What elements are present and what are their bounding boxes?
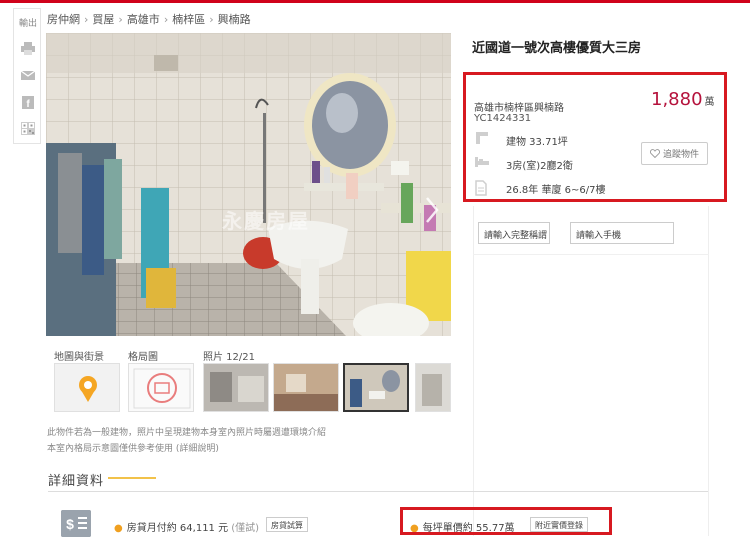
mail-icon[interactable] [21, 69, 35, 82]
map-pin-icon [55, 364, 119, 411]
photo-thumb-image [204, 364, 268, 411]
next-photo-icon[interactable] [424, 195, 440, 225]
printer-icon[interactable] [21, 42, 35, 55]
building-area-icon [476, 132, 488, 144]
building-area: 建物 33.71坪 [506, 137, 568, 148]
photo-note: 此物件若為一般建物，照片中呈現建物本身室內照片時屬週遭環境介紹 [47, 428, 327, 438]
listing-code: YC1424331 [474, 113, 532, 124]
thumbnail-photo[interactable] [415, 363, 451, 412]
listing-info-box: 高雄市楠梓區興楠路 YC1424331 1,880 萬 建物 33.71坪 3房(… [463, 72, 727, 202]
qrcode-icon[interactable] [21, 122, 35, 135]
bed-icon [475, 157, 489, 167]
mortgage-calc-button[interactable]: 房貸試算 [266, 517, 308, 532]
section-divider [48, 491, 708, 492]
breadcrumb-separator: › [163, 13, 169, 26]
mortgage-note: (僅試) [231, 523, 260, 534]
layout-note-link[interactable]: (詳細說明) [176, 444, 219, 454]
thumbnail-map[interactable] [54, 363, 120, 412]
breadcrumb-item[interactable]: 楠梓區 [172, 11, 205, 27]
heart-icon [649, 149, 660, 158]
track-listing-button[interactable]: 追蹤物件 [641, 142, 708, 165]
thumb-label-photos[interactable]: 照片 12/21 [203, 348, 255, 363]
thumbnail-photo[interactable] [273, 363, 339, 412]
price-value: 1,880 [651, 89, 703, 110]
mortgage-value: 64,111 元 [179, 523, 229, 534]
thumbnail-photo-active[interactable] [343, 363, 409, 412]
breadcrumb-separator: › [118, 13, 123, 26]
main-photo[interactable]: 永慶房屋 [46, 33, 451, 336]
breadcrumb: 房仲網 › 買屋 › 高雄市 › 楠梓區 › 興楠路 [47, 11, 251, 27]
breadcrumb-item[interactable]: 高雄市 [127, 11, 160, 27]
share-label: 輸出 [19, 19, 38, 29]
facebook-icon[interactable]: f [21, 96, 35, 109]
breadcrumb-separator: › [84, 13, 89, 26]
unit-price-highlight-box [400, 507, 612, 535]
mortgage-icon: $ [61, 510, 91, 537]
breadcrumb-item[interactable]: 房仲網 [47, 11, 80, 27]
section-accent-line [108, 477, 156, 479]
breadcrumb-item[interactable]: 買屋 [92, 11, 114, 27]
photo-watermark: 永慶房屋 [222, 209, 310, 233]
document-icon [475, 180, 487, 196]
phone-input[interactable]: 請輸入手機 [570, 222, 674, 244]
price-unit: 萬 [704, 97, 715, 108]
thumbnail-photo[interactable] [203, 363, 269, 412]
contact-divider [473, 254, 709, 255]
room-layout: 3房(室)2廳2衛 [506, 161, 573, 172]
top-accent-bar [0, 0, 750, 3]
mortgage-row: ● 房貸月付約 64,111 元 (僅試) [114, 519, 259, 534]
building-age-floor: 26.8年 華廈 6~6/7樓 [506, 185, 606, 196]
floorplan-icon [129, 364, 193, 411]
photo-thumb-image [345, 365, 407, 410]
listing-address: 高雄市楠梓區興楠路 [474, 103, 564, 114]
name-input[interactable]: 請輸入完整稱謂 [478, 222, 550, 244]
photo-thumb-image [416, 364, 450, 411]
thumb-label-layout[interactable]: 格局圖 [128, 348, 158, 363]
share-sidebar: 輸出 f [13, 8, 41, 144]
photo-thumb-image [274, 364, 338, 411]
listing-title: 近國道一號次高樓優質大三房 [472, 41, 642, 56]
mortgage-label: 房貸月付約 [126, 523, 177, 534]
contact-panel [473, 206, 709, 536]
thumbnail-layout[interactable] [128, 363, 194, 412]
track-listing-label: 追蹤物件 [662, 150, 699, 160]
section-title-details: 詳細資料 [48, 474, 105, 489]
bathroom-photo-image [46, 33, 451, 336]
layout-note-text: 本室內格局示意圖僅供參考使用 [47, 444, 174, 454]
breadcrumb-item[interactable]: 興楠路 [218, 11, 251, 27]
layout-note: 本室內格局示意圖僅供參考使用 (詳細說明) [47, 441, 219, 454]
bullet-dot: ● [114, 523, 123, 534]
breadcrumb-separator: › [209, 13, 214, 26]
thumb-label-map[interactable]: 地圖與街景 [54, 348, 104, 363]
svg-text:$: $ [66, 516, 74, 532]
listing-price: 1,880 萬 [651, 89, 715, 110]
